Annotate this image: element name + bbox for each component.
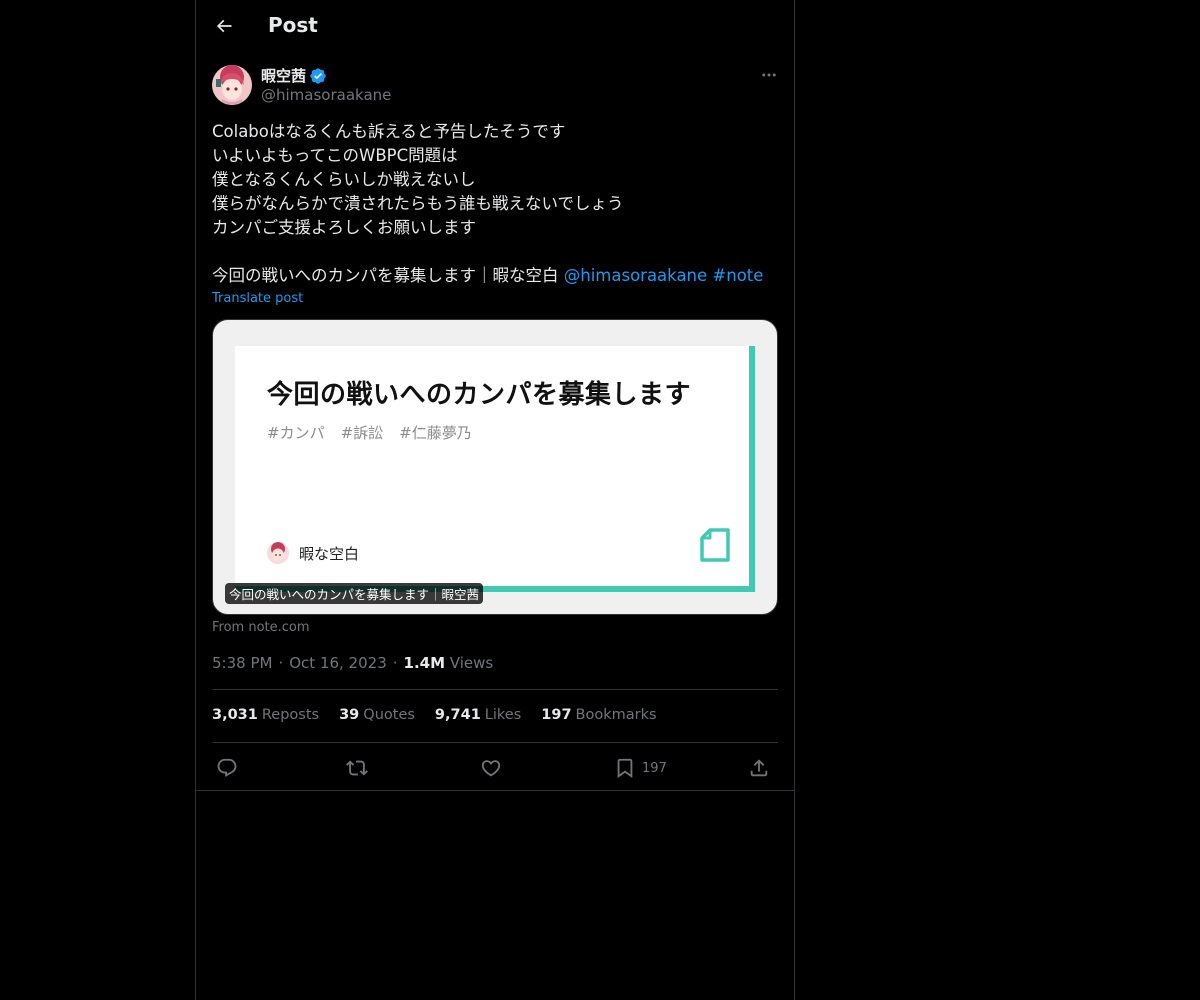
bookmark-button[interactable]: 197 bbox=[614, 752, 667, 784]
card-author-name: 暇な空白 bbox=[299, 544, 360, 563]
card-tags: #カンパ #訴訟 #仁藤夢乃 bbox=[267, 422, 472, 443]
card-image: 今回の戦いへのカンパを募集します #カンパ #訴訟 #仁藤夢乃 暇な空白 bbox=[235, 346, 755, 592]
card-domain[interactable]: From note.com bbox=[212, 620, 310, 635]
more-options-button[interactable] bbox=[754, 64, 784, 86]
post-time[interactable]: 5:38 PM bbox=[212, 654, 272, 672]
engagement-stats: 3,031 Reposts 39 Quotes 9,741 Likes 197 Book… bbox=[212, 707, 657, 723]
tweet-line: カンパご支援よろしくお願いします bbox=[212, 218, 476, 237]
share-button[interactable] bbox=[748, 752, 770, 784]
views-count: 1.4M bbox=[403, 654, 446, 672]
tweet-line: 僕となるくんくらいしか戦えないし bbox=[212, 170, 476, 189]
tweet-line: 今回の戦いへのカンパを募集します｜暇な空白 @himasoraakane #no… bbox=[212, 264, 778, 288]
reposts-stat[interactable]: 3,031 Reposts bbox=[212, 707, 319, 723]
translate-post-link[interactable]: Translate post bbox=[212, 291, 303, 306]
hashtag-link[interactable]: #note bbox=[712, 266, 763, 285]
post-date[interactable]: Oct 16, 2023 bbox=[289, 654, 387, 672]
author-name-row: 暇空茜 bbox=[261, 65, 327, 86]
avatar[interactable] bbox=[212, 65, 252, 105]
post-meta: 5:38 PM · Oct 16, 2023 · 1.4M Views bbox=[212, 654, 493, 672]
bookmark-count: 197 bbox=[642, 760, 667, 776]
post-header: Post bbox=[196, 0, 794, 54]
author-display-name[interactable]: 暇空茜 bbox=[261, 65, 306, 86]
link-preview-card[interactable]: 今回の戦いへのカンパを募集します #カンパ #訴訟 #仁藤夢乃 暇な空白 今回の… bbox=[212, 319, 778, 615]
verified-badge-icon bbox=[310, 67, 326, 84]
mention-link[interactable]: @himasoraakane bbox=[564, 266, 707, 285]
like-button[interactable] bbox=[480, 752, 502, 784]
card-author-avatar bbox=[267, 542, 289, 564]
card-author: 暇な空白 bbox=[267, 542, 359, 564]
tweet-link-text: 今回の戦いへのカンパを募集します｜暇な空白 bbox=[212, 266, 559, 285]
more-horizontal-icon bbox=[762, 73, 776, 77]
author-handle[interactable]: @himasoraakane bbox=[261, 86, 391, 104]
divider bbox=[212, 742, 778, 743]
bookmark-icon bbox=[617, 758, 633, 779]
heart-icon bbox=[481, 760, 501, 777]
meta-separator: · bbox=[392, 654, 398, 672]
card-tag: #訴訟 bbox=[340, 424, 384, 442]
card-caption: 今回の戦いへのカンパを募集します｜暇空茜 bbox=[225, 583, 484, 604]
reply-button[interactable] bbox=[216, 752, 238, 784]
action-bar: 197 bbox=[212, 752, 778, 784]
post-bottom-border bbox=[196, 790, 794, 791]
card-tag: #カンパ bbox=[267, 424, 325, 442]
likes-stat[interactable]: 9,741 Likes bbox=[435, 707, 521, 723]
divider bbox=[212, 689, 778, 690]
meta-separator: · bbox=[278, 654, 284, 672]
reply-icon bbox=[217, 758, 237, 777]
tweet-line: Colaboはなるくんも訴えると予告したそうです bbox=[212, 122, 566, 141]
post-column: Post 暇空茜 @himasoraakane Colaboはなるくんも訴えると… bbox=[195, 0, 795, 1000]
page-title: Post bbox=[268, 13, 318, 37]
share-icon bbox=[750, 759, 768, 777]
bookmarks-stat[interactable]: 197 Bookmarks bbox=[541, 707, 656, 723]
back-button[interactable] bbox=[206, 8, 242, 44]
quotes-stat[interactable]: 39 Quotes bbox=[339, 707, 415, 723]
views-label: Views bbox=[449, 654, 494, 672]
tweet-text: Colaboはなるくんも訴えると予告したそうです いよいよもってこのWBPC問題… bbox=[212, 120, 778, 288]
repost-icon bbox=[346, 760, 368, 776]
card-tag: #仁藤夢乃 bbox=[399, 424, 472, 442]
tweet-line: 僕らがなんらかで潰されたらもう誰も戦えないでしょう bbox=[212, 194, 624, 213]
tweet-line: いよいよもってこのWBPC問題は bbox=[212, 146, 458, 165]
repost-button[interactable] bbox=[346, 752, 368, 784]
arrow-left-icon bbox=[216, 19, 232, 33]
note-logo-icon bbox=[700, 528, 730, 562]
card-title: 今回の戦いへのカンパを募集します bbox=[267, 380, 692, 410]
